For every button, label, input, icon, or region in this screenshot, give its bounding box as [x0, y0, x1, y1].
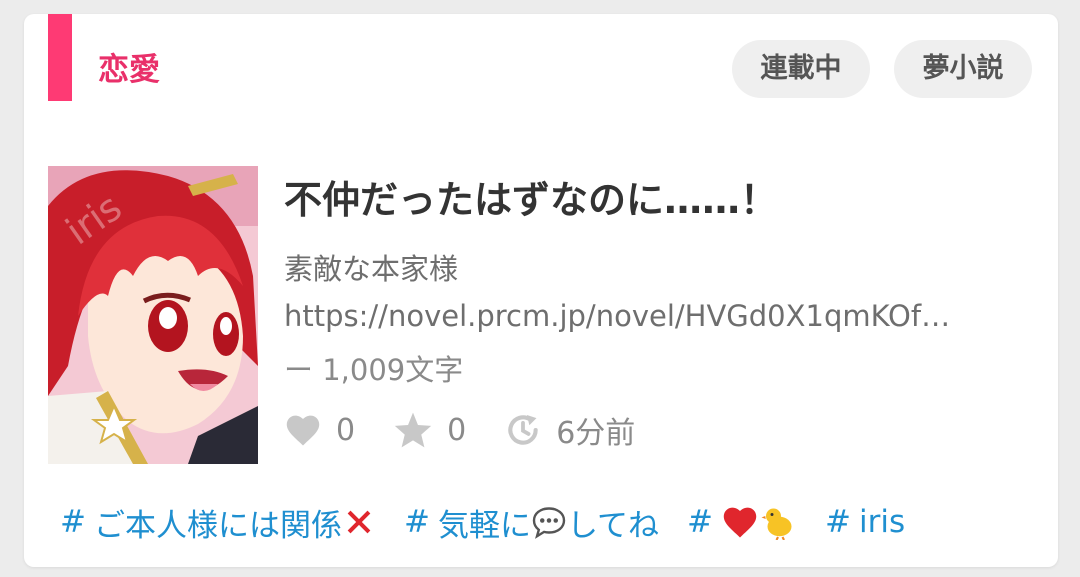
cross-mark-icon	[347, 510, 371, 534]
tag-list: # ご本人様には関係 # 気軽に してね # # iris	[60, 498, 905, 546]
tag-link[interactable]: # iris	[825, 504, 905, 540]
word-count: ー 1,009文字	[284, 353, 464, 387]
novel-card[interactable]: 恋愛 連載中 夢小説 iris 不仲だったはずなのに……！ 素敵な本家様 htt…	[24, 14, 1058, 567]
novel-url[interactable]: https://novel.prcm.jp/novel/HVGd0X1qmKOf…	[284, 296, 1024, 336]
hash-symbol: #	[60, 504, 86, 540]
genre-accent-bar	[48, 14, 72, 101]
heart-icon	[286, 415, 320, 446]
category-badge-dream-novel[interactable]: 夢小説	[894, 40, 1032, 98]
updated-time: 6分前	[556, 416, 636, 451]
cover-image[interactable]: iris	[48, 166, 258, 464]
author-name[interactable]: 素敵な本家様	[284, 249, 458, 289]
likes-stat: 0	[284, 413, 355, 448]
tag-text: ご本人様には関係	[93, 507, 342, 544]
stars-stat: 0	[393, 411, 466, 449]
tag-text: iris	[859, 504, 906, 540]
novel-title[interactable]: 不仲だったはずなのに……！	[284, 174, 778, 226]
updated-stat: 6分前	[504, 408, 635, 452]
star-icon	[394, 412, 432, 448]
tag-text: してね	[566, 507, 660, 544]
tag-text: 気軽に	[437, 507, 531, 544]
tag-link[interactable]: # 気軽に してね	[404, 500, 659, 545]
tag-link[interactable]: # ご本人様には関係	[60, 500, 376, 545]
genre-label[interactable]: 恋愛	[98, 50, 160, 90]
status-badge-serializing[interactable]: 連載中	[732, 40, 870, 98]
chick-icon	[761, 508, 792, 540]
likes-count: 0	[336, 412, 356, 448]
hash-symbol: #	[687, 504, 714, 540]
speech-balloon-icon	[532, 507, 566, 539]
clock-refresh-icon	[508, 414, 538, 445]
tag-link[interactable]: #	[687, 504, 797, 540]
stars-count: 0	[447, 412, 467, 448]
hash-symbol: #	[825, 504, 852, 540]
stats-row: 0 0 6分前	[284, 408, 635, 452]
hash-symbol: #	[403, 504, 430, 540]
red-heart-icon	[723, 507, 757, 538]
